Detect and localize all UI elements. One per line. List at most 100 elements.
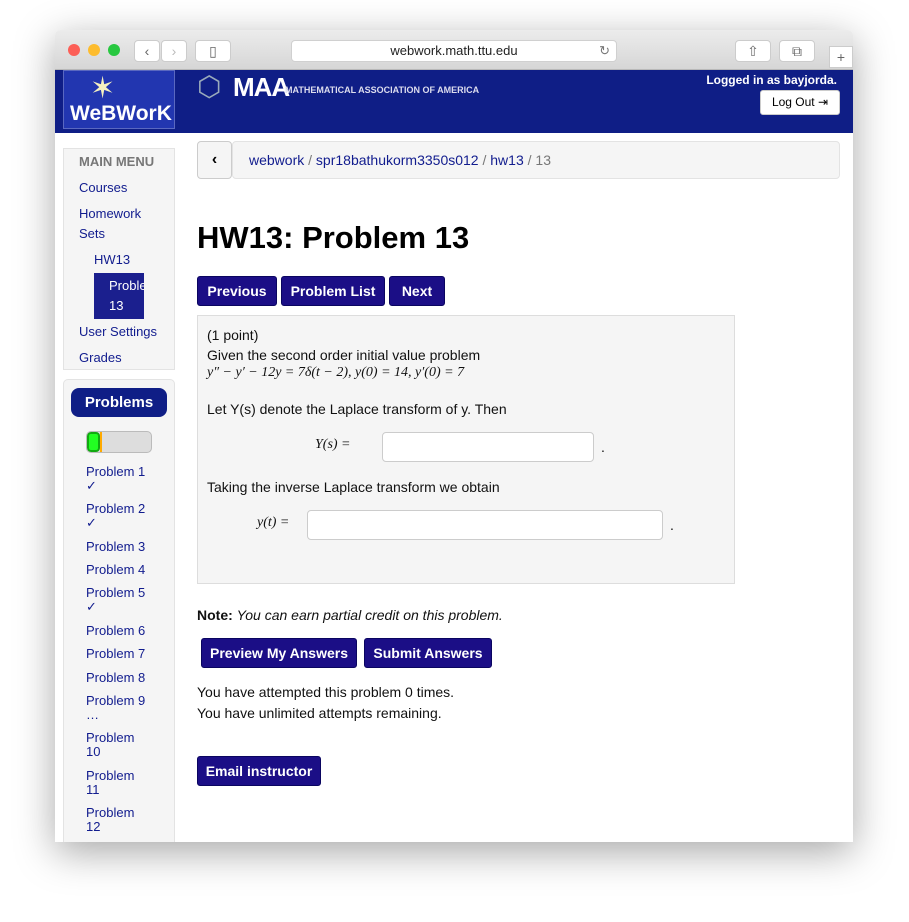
attempts-text: You have attempted this problem 0 times. [197,684,454,700]
share-icon[interactable]: ⇧ [735,40,771,62]
problem-label: Problem 3 [86,540,145,554]
logout-icon: ⇥ [818,95,828,109]
previous-button[interactable]: Previous [197,276,277,306]
problems-title: Problems [71,388,167,417]
problem-link-2[interactable]: Problem 2✓ [86,502,145,530]
problem-label: Problem 5 [86,586,145,600]
problem-status: ✓ [86,600,145,614]
note-text: You can earn partial credit on this prob… [237,607,503,623]
logout-button[interactable]: Log Out ⇥ [760,90,840,115]
problem-label: Problem 2 [86,502,145,516]
menu-grades[interactable]: Grades [79,348,122,368]
back-icon[interactable]: ‹ [134,40,160,62]
current-number: 13 [109,296,123,316]
menu-courses[interactable]: Courses [79,178,127,198]
close-window-button[interactable] [68,44,80,56]
problem-let: Let Y(s) denote the Laplace transform of… [207,401,507,417]
email-instructor-button[interactable]: Email instructor [197,756,321,786]
sidebar-toggle-icon[interactable]: ▯ [195,40,231,62]
logged-in-text: Logged in as bayjorda. [706,73,837,87]
problem-link-8[interactable]: Problem 8 [86,671,145,685]
y-period: . [670,517,674,533]
problem-status: 10 [86,745,134,759]
page-title: HW13: Problem 13 [197,220,469,256]
submit-answers-button[interactable]: Submit Answers [364,638,492,668]
next-button[interactable]: Next [389,276,445,306]
y-label: y(t) = [257,515,289,531]
current-label: Proble [109,276,144,296]
problem-link-12[interactable]: Problem12 [86,806,134,834]
problem-link-1[interactable]: Problem 1✓ [86,465,145,493]
maximize-window-button[interactable] [108,44,120,56]
maa-logo: MAA [233,72,289,103]
crumb-current: 13 [535,152,551,168]
problem-label: Problem 9 [86,694,145,708]
reload-icon[interactable]: ↻ [599,41,610,61]
problem-link-6[interactable]: Problem 6 [86,624,145,638]
problem-inverse: Taking the inverse Laplace transform we … [207,479,500,495]
browser-window: ‹ › ▯ webwork.math.ttu.edu ↻ ⇧ ⧉ + ✶ WeB… [55,30,853,842]
breadcrumb-back-button[interactable]: ‹ [197,141,232,179]
progress-partial [100,432,103,452]
tabs-icon[interactable]: ⧉ [779,40,815,62]
problem-equation: y″ − y′ − 12y = 7δ(t − 2), y(0) = 14, y′… [207,365,464,381]
problem-label: Problem 8 [86,671,145,685]
menu-sets[interactable]: Sets [79,224,105,244]
main-menu: MAIN MENU Courses Homework Sets HW13 Pro… [63,148,175,370]
problem-label: Problem 1 [86,465,145,479]
crumb-set[interactable]: hw13 [490,152,523,168]
problem-link-10[interactable]: Problem10 [86,731,134,759]
logo-text: WeBWorK [70,102,172,126]
new-tab-icon[interactable]: + [829,46,853,68]
problem-status: 11 [86,783,134,797]
address-bar[interactable]: webwork.math.ttu.edu ↻ [291,40,617,62]
breadcrumb: webwork / spr18bathukorm3350s012 / hw13 … [232,141,840,179]
problem-intro: Given the second order initial value pro… [207,347,480,363]
progress-bar [86,431,152,453]
problem-link-7[interactable]: Problem 7 [86,647,145,661]
problem-label: Problem 4 [86,563,145,577]
preview-answers-button[interactable]: Preview My Answers [201,638,357,668]
note-label: Note: [197,607,233,623]
problem-status: ✓ [86,479,145,493]
problem-label: Problem [86,806,134,820]
note: Note: You can earn partial credit on thi… [197,607,503,623]
menu-current-problem[interactable]: Proble 13 [94,273,144,319]
title-bar: ‹ › ▯ webwork.math.ttu.edu ↻ ⇧ ⧉ + [55,30,853,70]
problem-label: Problem [86,769,134,783]
crumb-course[interactable]: spr18bathukorm3350s012 [316,152,479,168]
menu-homework[interactable]: Homework [79,204,141,224]
remaining-text: You have unlimited attempts remaining. [197,705,442,721]
menu-title: MAIN MENU [79,152,154,172]
problem-status: 12 [86,820,134,834]
progress-correct [87,432,100,452]
problem-status: ✓ [86,516,145,530]
logout-label: Log Out [772,95,815,109]
problem-link-4[interactable]: Problem 4 [86,563,145,577]
menu-hw13[interactable]: HW13 [94,250,130,270]
problem-label: Problem [86,731,134,745]
Y-answer-input[interactable] [382,432,594,462]
problem-link-11[interactable]: Problem11 [86,769,134,797]
chevron-left-icon: ‹ [212,151,217,168]
problem-list-button[interactable]: Problem List [281,276,385,306]
problem-label: Problem 6 [86,624,145,638]
problem-link-9[interactable]: Problem 9… [86,694,145,722]
problem-link-3[interactable]: Problem 3 [86,540,145,554]
star-web-icon: ✶ [90,71,115,106]
url-text: webwork.math.ttu.edu [390,43,517,58]
problem-box: (1 point) Given the second order initial… [197,315,735,584]
Y-period: . [601,439,605,455]
problem-link-5[interactable]: Problem 5✓ [86,586,145,614]
forward-icon[interactable]: › [161,40,187,62]
site-header: ✶ WeBWorK ⬡ MAA MATHEMATICAL ASSOCIATION… [55,70,853,133]
menu-user-settings[interactable]: User Settings [79,322,157,342]
problem-label: Problem 7 [86,647,145,661]
crumb-webwork[interactable]: webwork [249,152,304,168]
maa-subtitle: MATHEMATICAL ASSOCIATION OF AMERICA [285,85,479,95]
webwork-logo[interactable]: ✶ WeBWorK [63,70,175,129]
points-text: (1 point) [207,327,258,343]
minimize-window-button[interactable] [88,44,100,56]
problems-panel: Problems Problem 1✓Problem 2✓Problem 3Pr… [63,379,175,842]
y-answer-input[interactable] [307,510,663,540]
